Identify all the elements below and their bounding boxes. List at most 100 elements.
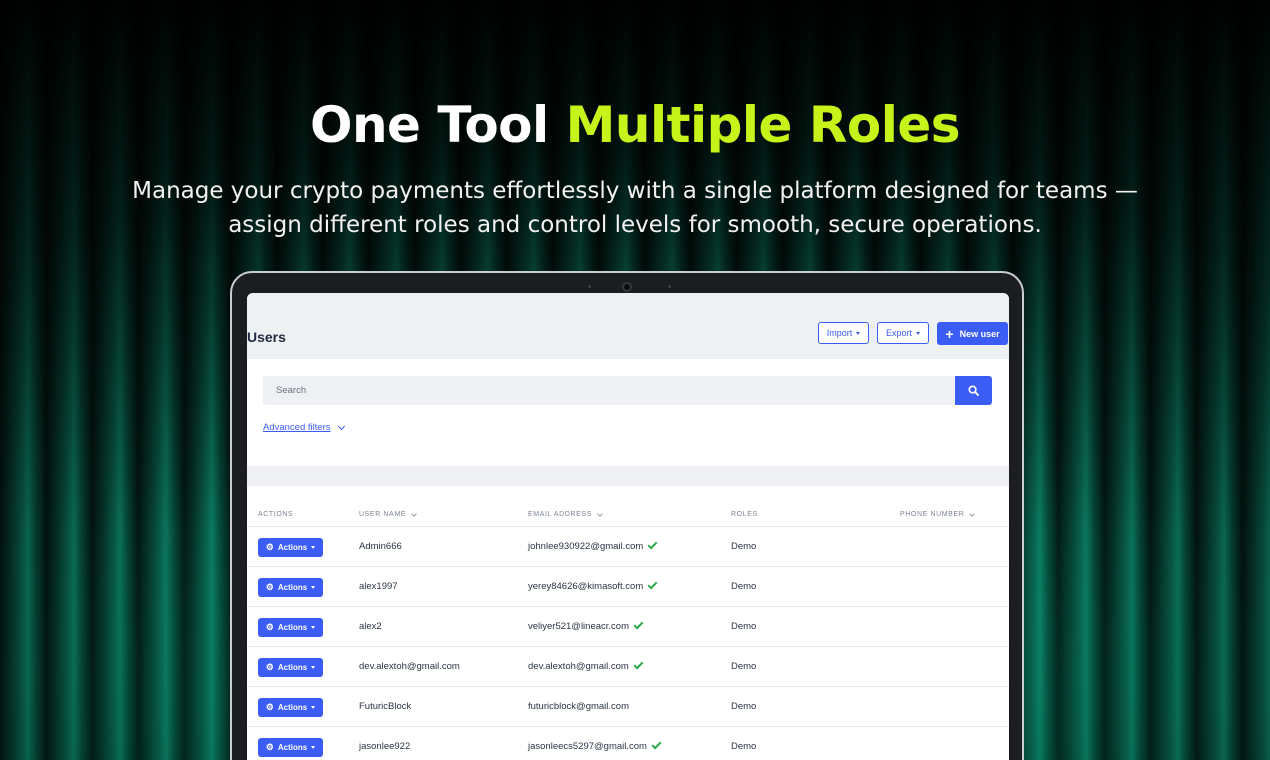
- hero-title-white: One Tool: [309, 96, 549, 154]
- username-cell: alex2: [359, 621, 382, 632]
- export-label: Export: [885, 328, 912, 338]
- new-user-button[interactable]: + New user: [937, 322, 1008, 345]
- actions-button[interactable]: ⚙ Actions: [258, 618, 323, 637]
- export-button[interactable]: Export: [877, 322, 929, 344]
- actions-label: Actions: [277, 663, 308, 672]
- import-button[interactable]: Import: [818, 322, 869, 344]
- actions-button[interactable]: ⚙ Actions: [258, 538, 323, 557]
- search-input[interactable]: Search: [263, 376, 955, 405]
- email-cell: veliyer521@lineacr.com: [528, 619, 644, 632]
- app-screen: Users Import Export + New user Search Ad…: [247, 293, 1009, 760]
- email-cell: johnlee930922@gmail.com: [528, 539, 658, 552]
- role-cell: Demo: [731, 741, 757, 752]
- actions-button[interactable]: ⚙ Actions: [258, 738, 323, 757]
- users-table: ACTIONS USER NAME EMAIL ADDRESS ROLES PH…: [247, 486, 1009, 760]
- search-button[interactable]: [955, 376, 992, 405]
- gear-icon: ⚙: [265, 702, 274, 712]
- actions-button[interactable]: ⚙ Actions: [258, 658, 323, 677]
- email-cell: yerey84626@kimasoft.com: [528, 579, 658, 592]
- table-row: ⚙ Actions jasonlee922 jasonleecs5297@gma…: [247, 727, 1009, 760]
- email-text: dev.alextoh@gmail.com: [528, 661, 629, 672]
- username-cell: jasonlee922: [359, 741, 411, 752]
- advanced-filters-link[interactable]: Advanced filters: [263, 422, 345, 433]
- caret-down-icon: [311, 746, 316, 749]
- table-row: ⚙ Actions alex1997 yerey84626@kimasoft.c…: [247, 567, 1009, 607]
- caret-down-icon: [311, 546, 316, 549]
- username-cell: FuturicBlock: [359, 701, 412, 712]
- username-cell: dev.alextoh@gmail.com: [359, 661, 460, 672]
- email-text: johnlee930922@gmail.com: [528, 541, 644, 552]
- gear-icon: ⚙: [265, 742, 274, 752]
- table-row: ⚙ Actions FuturicBlock futuricblock@gmai…: [247, 687, 1009, 727]
- email-text: jasonleecs5297@gmail.com: [528, 741, 647, 752]
- email-text: veliyer521@lineacr.com: [528, 621, 629, 632]
- table-row: ⚙ Actions dev.alextoh@gmail.com dev.alex…: [247, 647, 1009, 687]
- verified-check-icon: [633, 619, 644, 630]
- hero-subtitle: Manage your crypto payments effortlessly…: [132, 178, 1138, 238]
- table-row: ⚙ Actions Admin666 johnlee930922@gmail.c…: [247, 527, 1009, 567]
- actions-label: Actions: [277, 543, 308, 552]
- email-cell: dev.alextoh@gmail.com: [528, 659, 644, 672]
- role-cell: Demo: [731, 701, 757, 712]
- filters-panel: Search Advanced filters: [247, 359, 1009, 466]
- search-placeholder: Search: [276, 385, 307, 396]
- gear-icon: ⚙: [265, 542, 274, 552]
- chevron-down-icon: [337, 422, 345, 430]
- role-cell: Demo: [731, 541, 757, 552]
- sensor-dot: [588, 285, 591, 288]
- column-header-label: ROLES: [731, 511, 758, 518]
- sensor-dot: [668, 285, 671, 288]
- column-header-phone[interactable]: PHONE NUMBER: [900, 510, 976, 518]
- caret-down-icon: [916, 331, 920, 335]
- column-header-roles: ROLES: [731, 511, 758, 518]
- column-header-username[interactable]: USER NAME: [359, 510, 417, 518]
- role-cell: Demo: [731, 661, 757, 672]
- username-cell: Admin666: [359, 541, 402, 552]
- sort-chevron-icon: [411, 510, 417, 517]
- verified-check-icon: [647, 579, 658, 590]
- actions-label: Actions: [277, 703, 308, 712]
- verified-check-icon: [651, 739, 662, 750]
- gear-icon: ⚙: [265, 582, 274, 592]
- laptop-frame: Users Import Export + New user Search Ad…: [230, 271, 1024, 760]
- column-header-label: ACTIONS: [258, 511, 294, 518]
- email-text: futuricblock@gmail.com: [528, 701, 629, 712]
- column-header-label: USER NAME: [359, 511, 407, 518]
- column-header-label: EMAIL ADDRESS: [528, 511, 592, 518]
- sort-chevron-icon: [969, 510, 976, 517]
- camera-icon: [622, 282, 632, 292]
- caret-down-icon: [856, 331, 861, 335]
- search-icon: [968, 385, 979, 396]
- column-header-label: PHONE NUMBER: [900, 511, 965, 518]
- verified-check-icon: [633, 659, 644, 670]
- gear-icon: ⚙: [265, 622, 274, 632]
- caret-down-icon: [311, 706, 316, 709]
- email-cell: futuricblock@gmail.com: [528, 701, 629, 712]
- actions-label: Actions: [277, 623, 308, 632]
- username-cell: alex1997: [359, 581, 398, 592]
- hero-title-accent: Multiple Roles: [565, 96, 961, 154]
- role-cell: Demo: [731, 621, 757, 632]
- column-header-actions: ACTIONS: [258, 511, 293, 518]
- table-row: ⚙ Actions alex2 veliyer521@lineacr.com D…: [247, 607, 1009, 647]
- caret-down-icon: [311, 626, 316, 629]
- actions-label: Actions: [277, 743, 308, 752]
- actions-label: Actions: [277, 583, 308, 592]
- email-text: yerey84626@kimasoft.com: [528, 581, 644, 592]
- page-title: Users: [247, 329, 286, 345]
- caret-down-icon: [311, 586, 316, 589]
- hero-title: One Tool Multiple Roles: [0, 96, 1270, 154]
- page-header: Users Import Export + New user: [247, 293, 1009, 359]
- email-cell: jasonleecs5297@gmail.com: [528, 739, 662, 752]
- column-header-email[interactable]: EMAIL ADDRESS: [528, 510, 603, 518]
- new-user-label: New user: [959, 328, 1000, 339]
- import-label: Import: [826, 328, 853, 338]
- caret-down-icon: [311, 666, 316, 669]
- role-cell: Demo: [731, 581, 757, 592]
- actions-button[interactable]: ⚙ Actions: [258, 698, 323, 717]
- actions-button[interactable]: ⚙ Actions: [258, 578, 323, 597]
- gear-icon: ⚙: [265, 662, 274, 672]
- sort-chevron-icon: [597, 510, 603, 517]
- advanced-filters-label: Advanced filters: [263, 422, 331, 433]
- plus-icon: +: [945, 325, 954, 342]
